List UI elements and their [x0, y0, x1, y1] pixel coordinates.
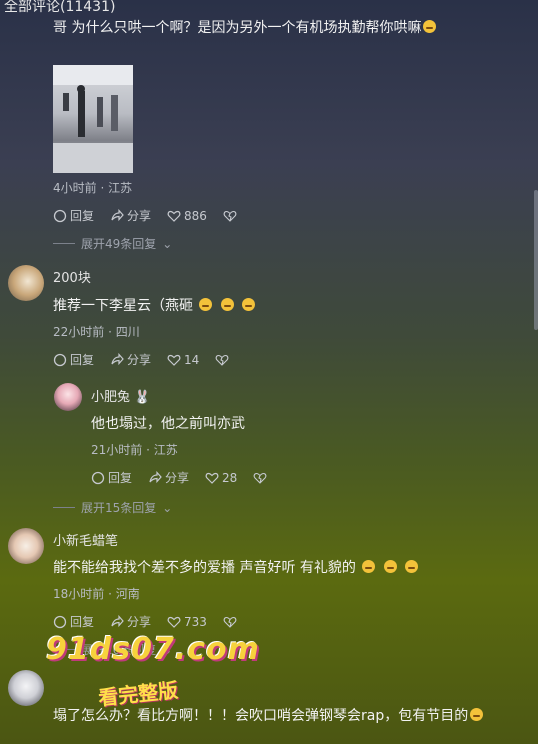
comment-bubble-icon — [91, 471, 105, 484]
reply-label: 回复 — [70, 209, 95, 223]
heart-icon — [167, 616, 181, 628]
reply-button[interactable]: 回复 — [53, 613, 94, 630]
comment-actions: 回复 分享 28 — [91, 469, 267, 486]
comment-text-content: 塌了怎么办？看比方啊！！！会吹口哨会弹钢琴会rap，包有节目的 — [53, 708, 469, 724]
comment-text-content: 哥 为什么只哄一个啊？是因为另外一个有机场执勤帮你哄嘛 — [53, 20, 422, 36]
share-label: 分享 — [127, 615, 152, 629]
emoji-icon — [470, 708, 484, 721]
share-label: 分享 — [127, 353, 152, 367]
username-label: 小肥兔 — [91, 390, 131, 405]
avatar[interactable] — [8, 670, 44, 706]
heart-icon — [167, 210, 181, 222]
emoji-icon — [199, 298, 213, 311]
chevron-down-icon: ⌄ — [162, 500, 173, 515]
emoji-icon — [362, 560, 376, 573]
dislike-button[interactable] — [223, 615, 237, 629]
username[interactable]: 小肥兔 🐰 — [91, 386, 150, 405]
comment-text: 哥 为什么只哄一个啊？是因为另外一个有机场执勤帮你哄嘛 — [53, 17, 523, 39]
watermark-logo: 91ds07.com — [46, 632, 260, 667]
airport-photo-icon — [53, 65, 133, 173]
like-button[interactable]: 14 — [167, 353, 199, 367]
comment-text-content: 推荐一下李星云（燕砸 — [53, 298, 193, 314]
dislike-button[interactable] — [253, 471, 267, 485]
reply-button[interactable]: 回复 — [91, 469, 132, 486]
username[interactable]: 200块 — [53, 267, 91, 286]
comment-bubble-icon — [53, 353, 67, 366]
broken-heart-icon — [223, 210, 237, 222]
like-count: 886 — [184, 208, 207, 223]
comment-text: 他也塌过，他之前叫亦武 — [91, 416, 245, 432]
expand-label: 展开49条回复 — [81, 237, 157, 251]
share-label: 分享 — [127, 209, 152, 223]
comment-actions: 回复 分享 14 — [53, 351, 229, 368]
share-button[interactable]: 分享 — [110, 613, 151, 630]
like-button[interactable]: 28 — [205, 471, 237, 485]
emoji-icon — [242, 298, 256, 311]
like-count: 733 — [184, 614, 207, 629]
comment-meta: 22小时前 · 四川 — [53, 325, 140, 339]
comment-actions: 回复 分享 886 — [53, 207, 237, 224]
like-button[interactable]: 886 — [167, 209, 207, 223]
divider-line — [53, 243, 75, 244]
emoji-icon — [405, 560, 419, 573]
comment-image[interactable] — [53, 65, 133, 173]
share-arrow-icon — [149, 470, 162, 483]
expand-replies[interactable]: 展开15条回复 ⌄ — [53, 499, 172, 516]
broken-heart-icon — [215, 354, 229, 366]
like-count: 28 — [222, 470, 238, 485]
expand-label: 展开15条回复 — [81, 501, 157, 515]
reply-label: 回复 — [70, 615, 95, 629]
reply-label: 回复 — [70, 353, 95, 367]
comment-text-content: 能不能给我找个差不多的爱播 声音好听 有礼貌的 — [53, 560, 356, 576]
share-arrow-icon — [111, 208, 124, 221]
scrollbar[interactable] — [534, 190, 538, 330]
comment-meta: 18小时前 · 河南 — [53, 587, 140, 601]
username[interactable]: 小新毛蜡笔 — [53, 530, 118, 549]
emoji-icon — [220, 298, 234, 311]
avatar[interactable] — [8, 265, 44, 301]
dislike-button[interactable] — [223, 209, 237, 223]
avatar[interactable] — [8, 528, 44, 564]
emoji-icon — [383, 560, 397, 573]
emoji-icon — [423, 20, 437, 33]
rabbit-icon: 🐰 — [134, 390, 151, 405]
comment-text: 推荐一下李星云（燕砸 — [53, 295, 257, 317]
heart-icon — [167, 354, 181, 366]
like-button[interactable]: 733 — [167, 615, 207, 629]
reply-button[interactable]: 回复 — [53, 351, 94, 368]
share-button[interactable]: 分享 — [148, 469, 189, 486]
share-button[interactable]: 分享 — [110, 207, 151, 224]
reply-button[interactable]: 回复 — [53, 207, 94, 224]
broken-heart-icon — [223, 616, 237, 628]
comment-meta: 21小时前 · 江苏 — [91, 443, 178, 457]
comment-bubble-icon — [53, 209, 67, 222]
expand-replies[interactable]: 展开49条回复 ⌄ — [53, 235, 172, 252]
comments-header: 全部评论(11431) — [4, 0, 116, 15]
comment-bubble-icon — [53, 615, 67, 628]
comment-actions: 回复 分享 733 — [53, 613, 237, 630]
broken-heart-icon — [253, 472, 267, 484]
reply-label: 回复 — [108, 471, 133, 485]
like-count: 14 — [184, 352, 200, 367]
share-label: 分享 — [165, 471, 190, 485]
divider-line — [53, 507, 75, 508]
chevron-down-icon: ⌄ — [162, 236, 173, 251]
dislike-button[interactable] — [215, 353, 229, 367]
avatar[interactable] — [54, 383, 82, 411]
share-arrow-icon — [111, 614, 124, 627]
comment-meta: 4小时前 · 江苏 — [53, 181, 133, 195]
share-button[interactable]: 分享 — [110, 351, 151, 368]
heart-icon — [205, 472, 219, 484]
share-arrow-icon — [111, 352, 124, 365]
comment-text: 能不能给我找个差不多的爱播 声音好听 有礼貌的 — [53, 557, 420, 579]
